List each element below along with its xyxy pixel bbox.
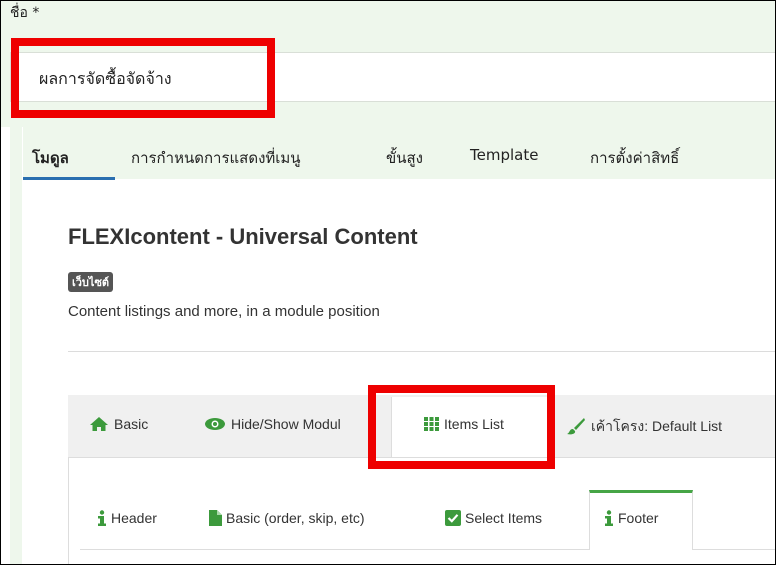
inner-tab-header-label: Header (111, 510, 157, 527)
info-icon (604, 510, 614, 529)
sub-tab-layout-label: เค้าโครง: Default List (591, 418, 723, 434)
module-title: FLEXIcontent - Universal Content (68, 224, 418, 249)
tab-template[interactable]: Template (470, 146, 538, 164)
inner-tab-select-items-label: Select Items (465, 510, 543, 527)
title-field-label: ชื่อ * (10, 2, 39, 24)
sub-tab-basic[interactable]: Basic (89, 416, 148, 435)
sub-tab-basic-label: Basic (114, 416, 149, 433)
tab-permissions[interactable]: การตั้งค่าสิทธิ์ (590, 146, 679, 170)
eye-icon (204, 417, 226, 434)
site-badge: เว็บไซต์ (68, 272, 114, 292)
highlight-title-field (11, 38, 275, 118)
sub-tab-layout[interactable]: เค้าโครง: Default List (566, 416, 722, 438)
tab-menu-assignment[interactable]: การกำหนดการแสดงที่เมนู (131, 146, 301, 170)
inner-tab-header[interactable]: Header (97, 510, 157, 529)
home-icon (89, 416, 109, 435)
title-label-text: ชื่อ (10, 5, 28, 21)
inner-tab-footer[interactable]: Footer (604, 510, 658, 529)
sub-tab-hide-show-label: Hide/Show Modul (231, 416, 341, 432)
sub-tab-hide-show-module[interactable]: Hide/Show Modul (204, 416, 341, 434)
tab-advanced[interactable]: ขั้นสูง (386, 146, 423, 170)
inner-tab-basic-order[interactable]: Basic (order, skip, etc) (209, 510, 365, 529)
required-mark: * (32, 5, 40, 21)
brush-icon (566, 417, 586, 438)
file-icon (209, 510, 222, 529)
checkbox-icon (445, 510, 461, 529)
section-divider (68, 351, 776, 352)
inner-tab-select-items[interactable]: Select Items (445, 510, 542, 529)
highlight-items-list-tab (368, 385, 555, 469)
inner-tab-basic-order-label: Basic (order, skip, etc) (226, 510, 365, 527)
module-description: Content listings and more, in a module p… (68, 303, 380, 320)
tab-module[interactable]: โมดูล (32, 146, 69, 170)
left-gutter (10, 127, 22, 565)
active-tab-indicator (23, 177, 115, 180)
inner-tab-footer-label: Footer (618, 510, 659, 527)
info-icon (97, 510, 107, 529)
content-border (68, 457, 69, 565)
